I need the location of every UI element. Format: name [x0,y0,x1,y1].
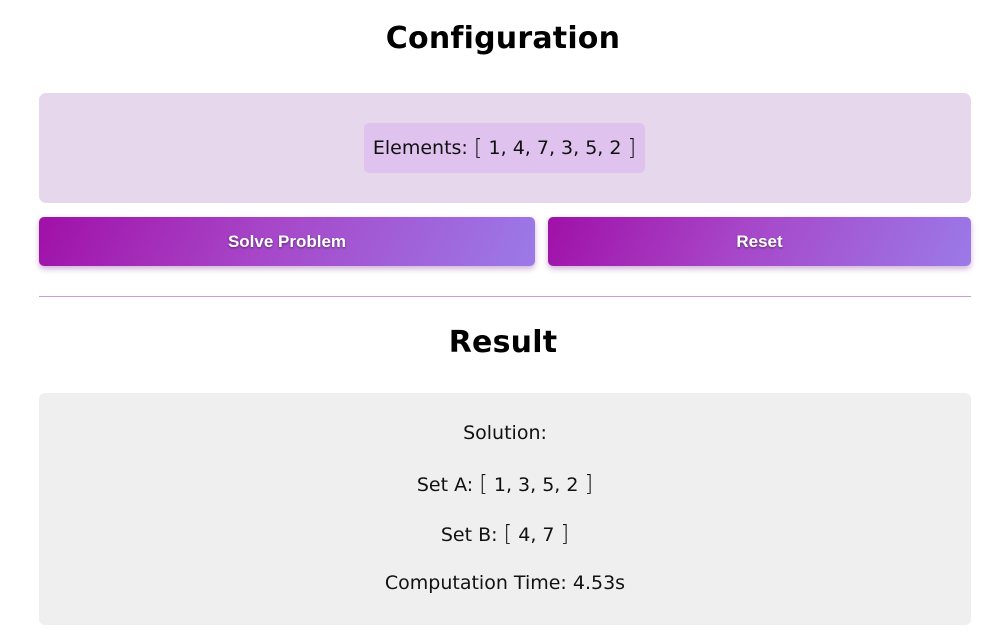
result-panel: Solution: Set A: [ 1, 3, 5, 2 ] Set B: [… [39,393,971,625]
set-b-label: Set B: [440,524,498,546]
set-a-close-bracket: ] [584,472,594,497]
set-a-open-bracket: [ [479,472,488,497]
set-b-open-bracket: [ [503,522,513,547]
set-b-close-bracket: ] [560,522,570,547]
solve-problem-button[interactable]: Solve Problem [39,217,535,266]
elements-label: Elements: [372,137,468,159]
computation-time-value: 4.53s [572,572,626,594]
set-a-line: Set A: [ 1, 3, 5, 2 ] [39,472,971,497]
section-divider [39,296,971,297]
set-a-values: 1, 3, 5, 2 [493,474,579,496]
elements-values: 1, 4, 7, 3, 5, 2 [488,137,622,159]
configuration-panel: Elements: [ 1, 4, 7, 3, 5, 2 ] [39,93,971,203]
set-b-values: 4, 7 [518,524,555,546]
set-a-label: Set A: [416,474,474,496]
set-b-line: Set B: [ 4, 7 ] [39,522,971,547]
solution-label: Solution: [463,422,547,444]
reset-button[interactable]: Reset [548,217,971,266]
elements-display: Elements: [ 1, 4, 7, 3, 5, 2 ] [364,123,645,173]
configuration-title: Configuration [385,21,621,56]
computation-time-label: Computation Time: [384,572,567,594]
elements-close-bracket: ] [627,135,637,161]
computation-time-line: Computation Time: 4.53s [39,572,971,594]
elements-open-bracket: [ [473,135,483,161]
result-title: Result [448,325,558,360]
app-page: Configuration Elements: [ 1, 4, 7, 3, 5,… [0,0,1006,639]
